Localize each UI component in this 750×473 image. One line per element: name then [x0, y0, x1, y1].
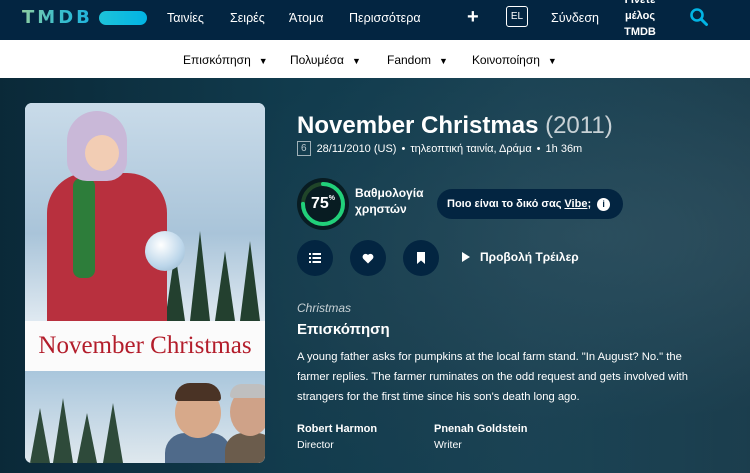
vibe-button[interactable]: Ποιο είναι το δικό σας Vibe; i [437, 189, 623, 219]
heart-icon [362, 253, 374, 263]
user-score-number: 75 [310, 195, 329, 212]
nav-movies[interactable]: Ταινίες [167, 11, 204, 25]
crew-member: Pnenah Goldstein Writer [434, 423, 528, 451]
snow-globe-shape [145, 231, 185, 271]
tmdb-logo[interactable]: TMDB [22, 7, 147, 28]
tree-shape [77, 413, 97, 463]
scarf-shape [73, 178, 95, 278]
add-plus-icon[interactable]: + [467, 6, 479, 29]
login-link[interactable]: Σύνδεση [551, 11, 599, 25]
tree-shape [240, 241, 260, 321]
favorite-button[interactable] [350, 240, 386, 276]
crew-job: Director [297, 439, 334, 451]
subnav-overview[interactable]: Επισκόπηση ▼ [183, 53, 268, 67]
user-score-chart[interactable]: 75% [297, 178, 349, 230]
bookmark-icon [417, 252, 425, 264]
chevron-down-icon: ▼ [439, 56, 448, 66]
tree-shape [103, 403, 123, 463]
movie-title: November Christmas (2011) [297, 112, 613, 140]
logo-pill-icon [98, 10, 147, 25]
certification-badge: 6 [297, 141, 311, 156]
crew-job: Writer [434, 439, 462, 451]
nav-more[interactable]: Περισσότερα [349, 11, 421, 25]
join-tmdb-link[interactable]: Γίνετε μέλος TMDB [618, 0, 662, 40]
info-icon[interactable]: i [597, 197, 611, 211]
tree-shape [190, 231, 210, 321]
subnav-media[interactable]: Πολυμέσα ▼ [290, 53, 361, 67]
movie-poster[interactable]: November Christmas [25, 103, 265, 463]
user-score-value: 75% [311, 195, 335, 213]
subnav-overview-label: Επισκόπηση [183, 53, 251, 67]
separator-dot: • [536, 142, 541, 155]
user-score-label: Βαθμολογία χρηστών [355, 186, 424, 216]
separator-dot: • [401, 142, 406, 155]
poster-artwork-top [25, 103, 265, 323]
language-selector[interactable]: EL [506, 6, 528, 27]
chevron-down-icon: ▼ [258, 56, 268, 66]
tree-shape [53, 398, 73, 463]
logo-text: TMDB [22, 7, 93, 28]
runtime: 1h 36m [545, 142, 583, 155]
vibe-suffix: ; [587, 198, 592, 210]
man-coat-shape [225, 433, 265, 463]
play-icon [462, 252, 470, 262]
tree-shape [215, 251, 235, 321]
poster-title-text: November Christmas [25, 321, 265, 371]
add-to-list-button[interactable] [297, 240, 333, 276]
crew-name[interactable]: Robert Harmon [297, 423, 377, 435]
percent-sign: % [328, 195, 336, 202]
movie-title-text[interactable]: November Christmas [297, 112, 538, 139]
tree-shape [30, 408, 50, 463]
sub-navigation: Επισκόπηση ▼ Πολυμέσα ▼ Fandom ▼ Κοινοποίησ… [0, 40, 750, 78]
play-trailer-label: Προβολή Τρέιλερ [480, 250, 579, 264]
subnav-share[interactable]: Κοινοποίηση ▼ [472, 53, 557, 67]
subnav-share-label: Κοινοποίηση [472, 53, 540, 67]
chevron-down-icon: ▼ [547, 56, 557, 66]
overview-text: A young father asks for pumpkins at the … [297, 351, 688, 403]
subnav-fandom-label: Fandom [387, 53, 432, 67]
release-date: 28/11/2010 (US) [316, 142, 397, 155]
list-icon [309, 253, 321, 263]
movie-facts: 6 28/11/2010 (US) • τηλεοπτική ταινία, Δ… [297, 141, 582, 156]
search-icon[interactable] [689, 7, 709, 27]
vibe-word: Vibe [564, 198, 588, 210]
movie-year: (2011) [545, 112, 613, 139]
watchlist-button[interactable] [403, 240, 439, 276]
nav-tv-shows[interactable]: Σειρές [230, 11, 265, 25]
top-navigation: TMDB Ταινίες Σειρές Άτομα Περισσότερα + … [0, 0, 750, 40]
play-trailer-button[interactable]: Προβολή Τρέιλερ [462, 250, 579, 264]
subnav-fandom[interactable]: Fandom ▼ [387, 53, 448, 67]
nav-people[interactable]: Άτομα [289, 11, 324, 25]
vibe-prompt: Ποιο είναι το δικό σας [447, 198, 562, 210]
crew-name[interactable]: Pnenah Goldstein [434, 423, 528, 435]
overview-heading: Επισκόπηση [297, 321, 390, 338]
movie-hero: November Christmas November Christmas (2… [0, 78, 750, 473]
genres[interactable]: τηλεοπτική ταινία, Δράμα [410, 143, 531, 155]
man-hair-shape [230, 384, 265, 398]
girl-face-shape [85, 135, 119, 171]
man-hair-shape [175, 383, 221, 401]
chevron-down-icon: ▼ [352, 56, 361, 66]
subnav-media-label: Πολυμέσα [290, 53, 344, 67]
crew-member: Robert Harmon Director [297, 423, 377, 451]
tagline: Christmas [297, 301, 352, 315]
